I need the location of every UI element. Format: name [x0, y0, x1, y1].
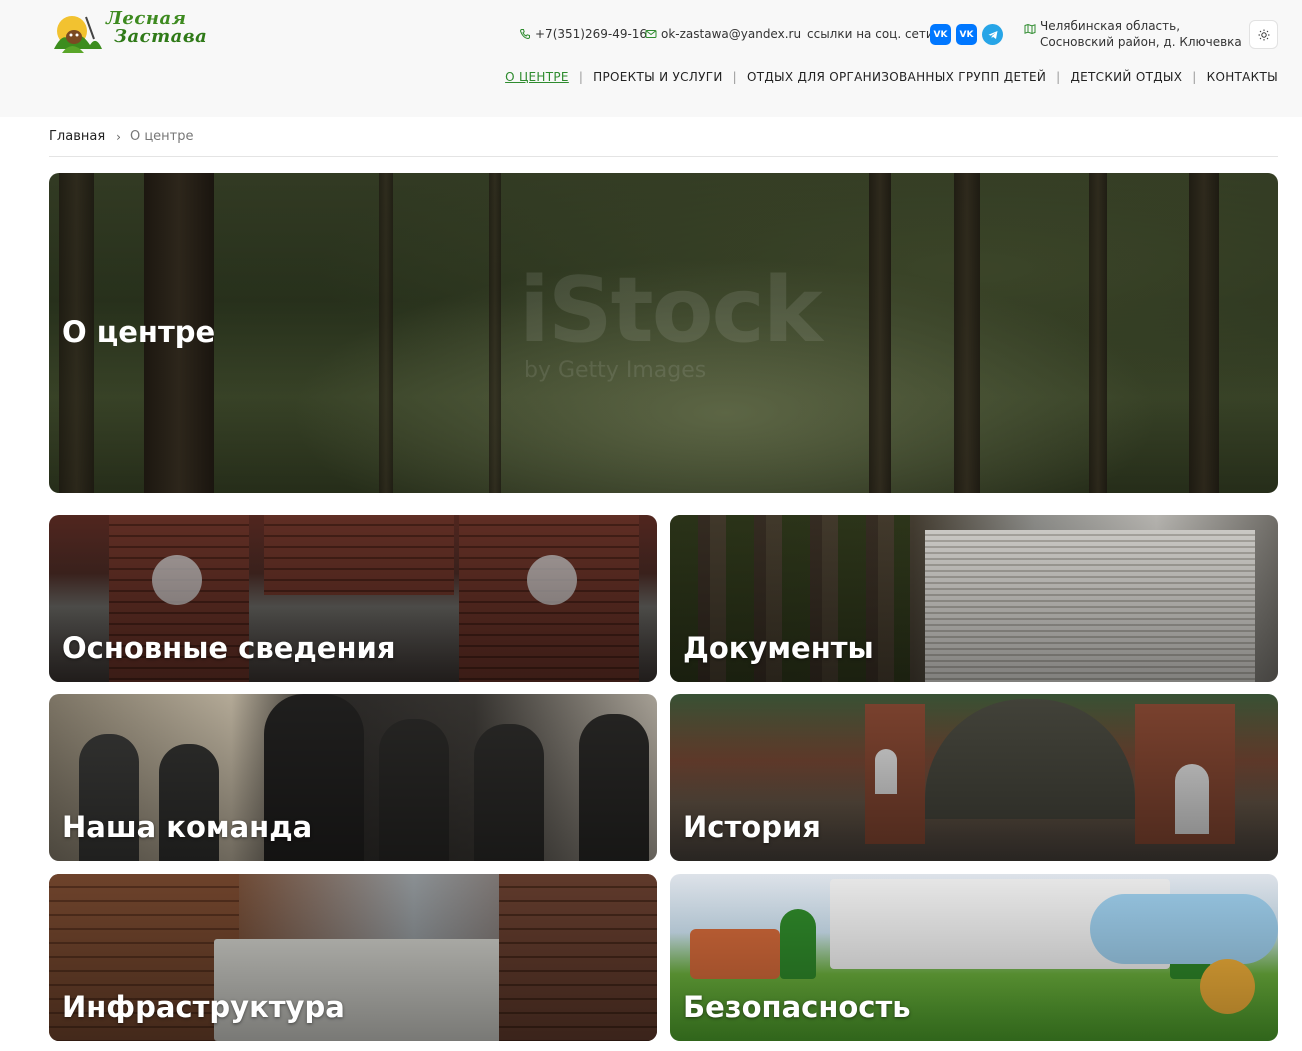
- nav-separator: |: [578, 70, 584, 84]
- watermark-sub: by Getty Images: [524, 358, 707, 383]
- phone-link[interactable]: +7(351)269-49-16: [519, 27, 647, 41]
- tile-infrastructure[interactable]: Инфраструктура: [49, 874, 657, 1041]
- tile-history[interactable]: История: [670, 694, 1278, 861]
- address-line-2: Сосновский район, д. Ключевка: [1040, 35, 1242, 49]
- tree-trunk: [489, 173, 501, 493]
- tree-trunk: [954, 173, 980, 493]
- email-address: ok-zastawa@yandex.ru: [661, 27, 802, 41]
- hero-banner[interactable]: iStock by Getty Images О центре: [49, 173, 1278, 493]
- nav-separator: |: [732, 70, 737, 84]
- theme-toggle-button[interactable]: [1249, 20, 1278, 49]
- main-nav: О ЦЕНТРЕ | ПРОЕКТЫ И УСЛУГИ | ОТДЫХ ДЛЯ …: [505, 70, 1278, 84]
- site-header: Лесная Застава +7(351)269-49-16 ok-zasta…: [0, 0, 1302, 117]
- breadcrumb-divider: [49, 156, 1278, 157]
- address-line-1: Челябинская область,: [1040, 19, 1181, 33]
- sun-icon: [1258, 29, 1269, 40]
- nav-separator: |: [1056, 70, 1061, 84]
- telegram-icon[interactable]: [982, 24, 1003, 45]
- header-contacts: +7(351)269-49-16 ok-zastawa@yandex.ru сс…: [0, 19, 1302, 49]
- tile-title: История: [683, 810, 821, 844]
- phone-icon: [519, 29, 530, 40]
- address: Челябинская область, Сосновский район, д…: [1024, 18, 1242, 50]
- tile-safety[interactable]: Безопасность: [670, 874, 1278, 1041]
- breadcrumb-home[interactable]: Главная: [49, 129, 105, 144]
- tile-basic-info[interactable]: Основные сведения: [49, 515, 657, 682]
- tile-documents[interactable]: Документы: [670, 515, 1278, 682]
- email-link[interactable]: ok-zastawa@yandex.ru: [645, 27, 801, 41]
- tile-title: Инфраструктура: [62, 990, 345, 1024]
- tree-trunk: [869, 173, 891, 493]
- tile-team[interactable]: Наша команда: [49, 694, 657, 861]
- vk-icon[interactable]: VK: [956, 24, 977, 45]
- mail-icon: [645, 30, 657, 38]
- tile-title: Документы: [683, 631, 874, 665]
- nav-item-group-rest[interactable]: ОТДЫХ ДЛЯ ОРГАНИЗОВАННЫХ ГРУПП ДЕТЕЙ: [747, 70, 1046, 84]
- tile-title: Основные сведения: [62, 631, 396, 665]
- nav-item-contacts[interactable]: КОНТАКТЫ: [1207, 70, 1278, 84]
- map-icon: [1024, 23, 1036, 35]
- hero-title: О центре: [62, 315, 216, 349]
- watermark: iStock: [519, 258, 823, 363]
- nav-item-kids-rest[interactable]: ДЕТСКИЙ ОТДЫХ: [1070, 70, 1182, 84]
- tree-trunk: [379, 173, 393, 493]
- nav-item-projects[interactable]: ПРОЕКТЫ И УСЛУГИ: [593, 70, 722, 84]
- tile-title: Наша команда: [62, 810, 313, 844]
- chevron-right-icon: ›: [116, 129, 121, 144]
- tile-title: Безопасность: [683, 990, 911, 1024]
- breadcrumb: Главная › О центре: [49, 129, 194, 144]
- nav-separator: |: [1192, 70, 1197, 84]
- tree-trunk: [1089, 173, 1107, 493]
- nav-item-about[interactable]: О ЦЕНТРЕ: [505, 70, 569, 84]
- breadcrumb-current: О центре: [129, 129, 194, 144]
- social-label: ссылки на соц. сети:: [807, 27, 938, 41]
- tree-trunk: [1189, 173, 1219, 493]
- vk-icon[interactable]: VK: [930, 24, 951, 45]
- phone-number: +7(351)269-49-16: [535, 27, 648, 41]
